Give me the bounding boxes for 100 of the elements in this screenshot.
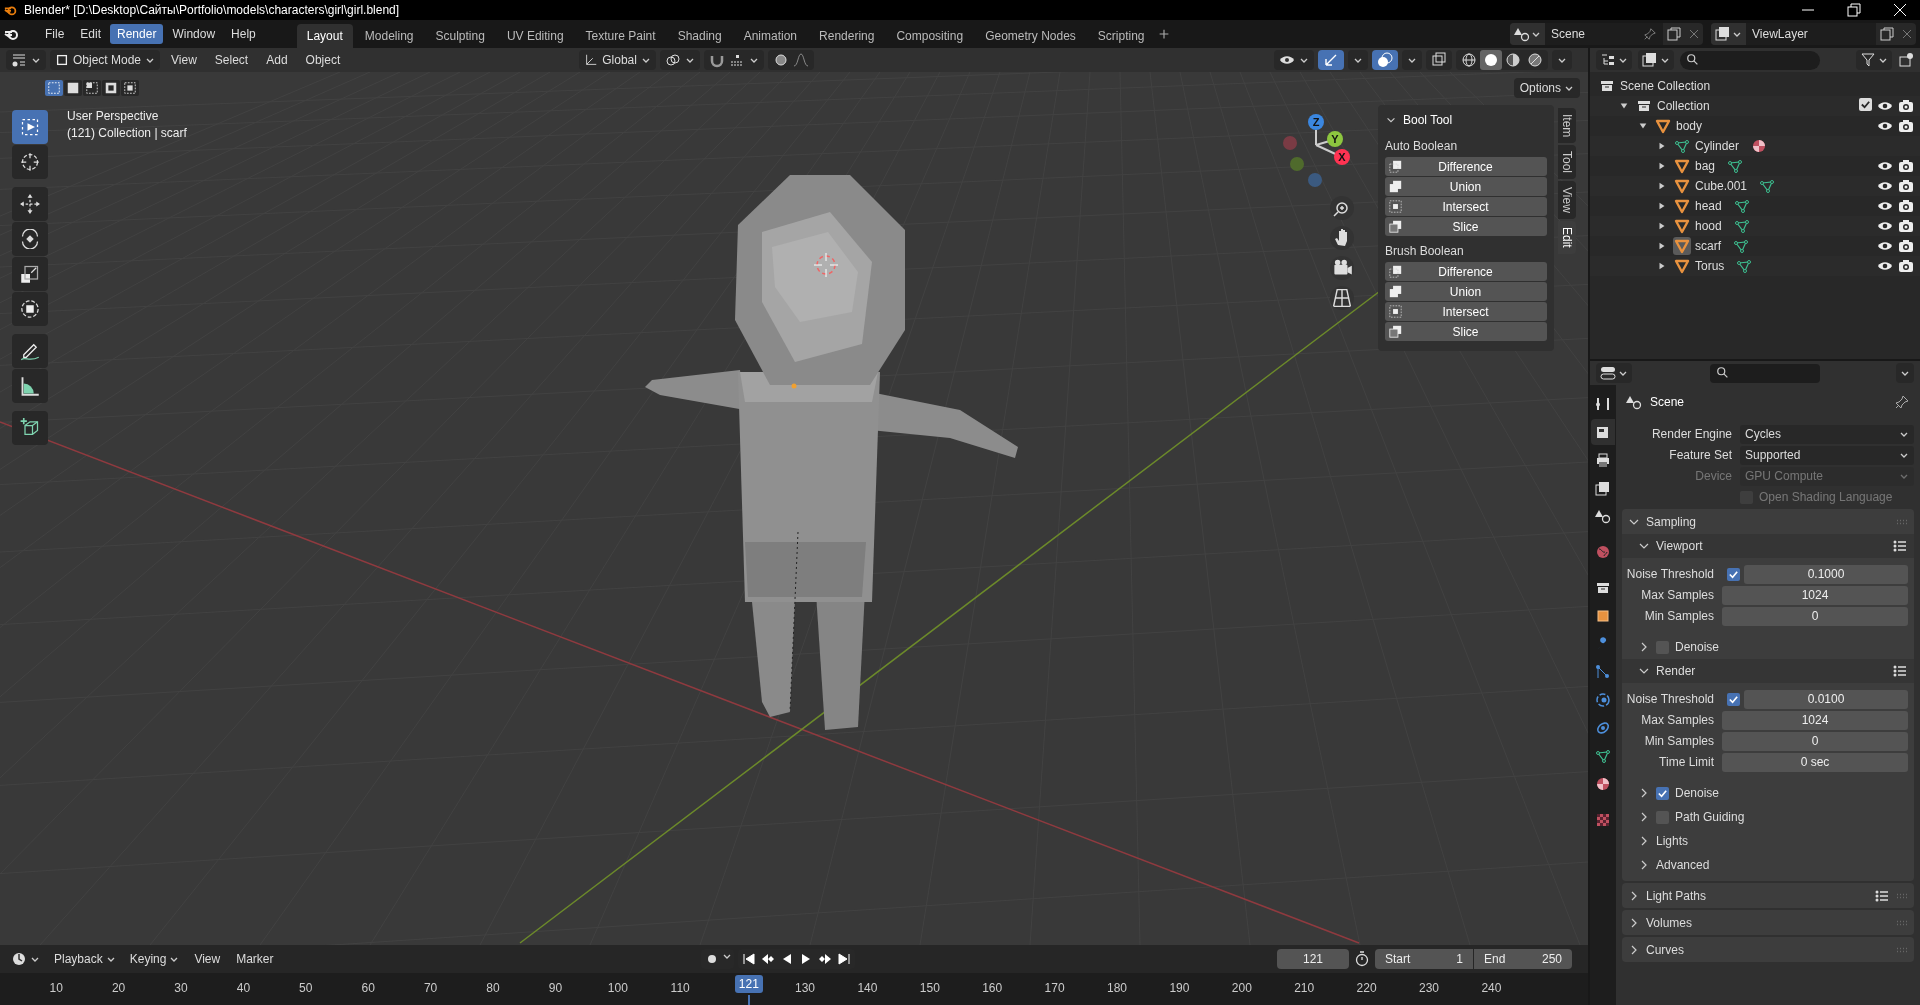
search-field[interactable] (1710, 363, 1820, 383)
sidebar-tab[interactable]: Item (1558, 108, 1576, 144)
panel-title[interactable]: Volumes (1646, 915, 1693, 930)
camera-icon[interactable] (1330, 256, 1354, 280)
disclosure-arrow-icon[interactable] (1657, 181, 1667, 191)
outliner-item[interactable]: hood (1695, 219, 1722, 233)
menu-dropdown[interactable]: Playback (49, 949, 121, 969)
editor-type-icon[interactable] (11, 52, 27, 68)
workspace-tab[interactable]: Sculpting (425, 24, 495, 48)
selection-mode-button[interactable] (102, 80, 120, 96)
selection-mode-button[interactable] (121, 80, 139, 96)
number-field[interactable]: 0 (1722, 606, 1908, 626)
mode-dropdown[interactable]: Object Mode (50, 50, 161, 70)
subpanel-title[interactable]: Path Guiding (1675, 810, 1745, 825)
disclosure-arrow-icon[interactable] (1657, 221, 1667, 231)
checkbox[interactable] (1859, 98, 1872, 111)
menu-item[interactable]: Select (207, 51, 256, 69)
checkbox[interactable] (1726, 567, 1740, 581)
editor-type-icon[interactable] (1600, 365, 1616, 382)
disclosure-arrow-icon[interactable] (1657, 261, 1667, 271)
workspace-tab[interactable]: Rendering (809, 24, 885, 48)
disclosure-arrow-icon[interactable] (1638, 121, 1648, 131)
orientation-dropdown[interactable]: Global (579, 50, 656, 70)
menu-item[interactable]: Help (224, 24, 263, 44)
tool-button[interactable] (12, 369, 48, 403)
menu-item[interactable]: Window (165, 24, 223, 44)
camera-icon[interactable] (1898, 158, 1914, 174)
boolean-button[interactable]: Difference (1385, 157, 1547, 176)
disclosure-arrow-icon[interactable] (1657, 161, 1667, 171)
menu-item[interactable]: Render (110, 24, 164, 44)
tool-button[interactable] (12, 292, 48, 326)
end-frame-field[interactable]: End 250 (1474, 949, 1572, 969)
playhead[interactable]: 121 (734, 975, 763, 993)
workspace-tab[interactable]: UV Editing (496, 24, 574, 48)
menu-item[interactable]: Add (259, 51, 295, 69)
panel-title[interactable]: Light Paths (1646, 888, 1707, 903)
proportional-icon[interactable] (772, 52, 789, 68)
workspace-tab[interactable]: Shading (667, 24, 732, 48)
tool-button[interactable] (12, 145, 48, 179)
stopwatch-icon[interactable] (1353, 951, 1371, 967)
boolean-button[interactable]: Slice (1385, 217, 1547, 236)
scene-icon[interactable] (1514, 26, 1530, 42)
workspace-tab[interactable]: Layout (296, 24, 353, 48)
drag-handle-icon[interactable] (1896, 517, 1908, 526)
boolean-button[interactable]: Intersect (1385, 302, 1547, 321)
outliner-item[interactable]: Scene Collection (1620, 79, 1711, 93)
outliner-item[interactable]: head (1695, 199, 1722, 213)
number-field[interactable]: 1024 (1722, 585, 1908, 605)
subpanel-title[interactable]: Viewport (1656, 539, 1703, 554)
tool-button[interactable] (12, 334, 48, 368)
search-field[interactable] (1680, 50, 1820, 70)
editor-type-icon[interactable] (11, 951, 27, 967)
disclosure-arrow-icon[interactable] (1657, 241, 1667, 251)
boolean-button[interactable]: Difference (1385, 262, 1547, 281)
pivot-icon[interactable] (664, 52, 681, 68)
menu-item[interactable]: Marker (230, 950, 280, 968)
number-field[interactable]: 0.1000 (1744, 564, 1908, 584)
sidebar-tab[interactable]: Tool (1558, 145, 1576, 180)
camera-icon[interactable] (1898, 98, 1914, 114)
filter-icon[interactable] (1860, 52, 1876, 68)
zoom-icon[interactable] (1330, 196, 1354, 220)
pin-icon[interactable] (1643, 27, 1657, 41)
view-layer-field[interactable]: ViewLayer (1746, 23, 1876, 45)
workspace-tab[interactable]: Geometry Nodes (975, 24, 1086, 48)
xray-icon[interactable] (1431, 52, 1447, 68)
new-collection-icon[interactable] (1898, 52, 1914, 68)
menu-item[interactable]: Object (298, 51, 348, 69)
tool-button[interactable] (12, 411, 48, 445)
current-frame-field[interactable]: 121 (1277, 949, 1349, 969)
menu-item[interactable]: Edit (73, 24, 109, 44)
drag-handle-icon[interactable] (1896, 918, 1908, 927)
disclosure-arrow-icon[interactable] (1619, 101, 1629, 111)
options-dropdown[interactable]: Options (1513, 78, 1580, 98)
workspace-tab[interactable]: Modeling (354, 24, 424, 48)
panel-title[interactable]: Curves (1646, 942, 1684, 957)
boolean-button[interactable]: Union (1385, 177, 1547, 196)
number-field[interactable]: 1024 (1722, 710, 1908, 730)
subpanel-title[interactable]: Denoise (1675, 640, 1720, 655)
number-field[interactable]: 0.0100 (1744, 689, 1908, 709)
navigation-gizmo[interactable]: Z Y X (1283, 114, 1350, 187)
camera-icon[interactable] (1898, 198, 1914, 214)
selection-mode-button[interactable] (83, 80, 101, 96)
number-field[interactable]: 0 sec (1722, 752, 1908, 772)
properties-tab[interactable] (1591, 419, 1615, 446)
grid-view-icon[interactable] (1330, 286, 1354, 310)
subpanel-title[interactable]: Advanced (1656, 858, 1710, 873)
restore-icon[interactable] (1846, 2, 1862, 18)
workspace-tab[interactable]: Compositing (886, 24, 974, 48)
outliner-item[interactable]: Torus (1695, 259, 1725, 273)
menu-item[interactable]: View (164, 51, 204, 69)
tool-button[interactable] (12, 257, 48, 291)
checkbox[interactable] (1726, 692, 1740, 706)
start-frame-field[interactable]: Start 1 (1375, 949, 1473, 969)
dropdown[interactable]: Cycles (1740, 424, 1914, 444)
falloff-icon[interactable] (792, 52, 809, 68)
outliner-item[interactable]: scarf (1695, 239, 1721, 253)
outliner-item[interactable]: bag (1695, 159, 1716, 173)
workspace-tab[interactable]: Texture Paint (575, 24, 666, 48)
close-icon[interactable] (1892, 2, 1908, 18)
sidebar-tab[interactable]: View (1558, 181, 1576, 220)
